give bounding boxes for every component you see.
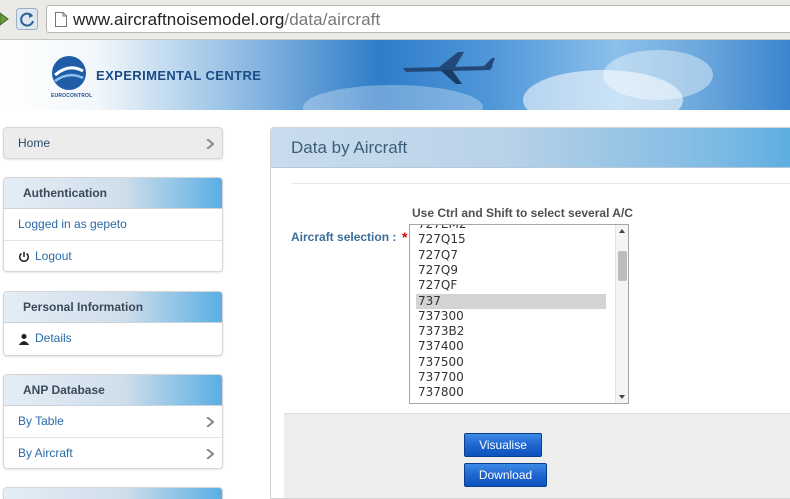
logged-in-text: Logged in as gepeto xyxy=(18,217,127,231)
listbox-scrollbar[interactable] xyxy=(615,225,628,403)
aircraft-option[interactable]: 737 xyxy=(416,293,606,309)
reload-icon[interactable] xyxy=(16,8,38,30)
download-button[interactable]: Download xyxy=(464,463,547,487)
authentication-panel: Authentication Logged in as gepeto Logou… xyxy=(3,177,223,272)
page: { "browser": { "url_host": "www.aircraft… xyxy=(0,0,790,499)
logged-in-link[interactable]: Logged in as gepeto xyxy=(4,209,222,240)
address-bar[interactable]: www.aircraftnoisemodel.org/data/aircraft xyxy=(46,5,790,33)
main-content: Data by Aircraft Use Ctrl and Shift to s… xyxy=(270,127,790,499)
aircraft-option[interactable]: 727Q7 xyxy=(416,248,606,263)
url-text: www.aircraftnoisemodel.org/data/aircraft xyxy=(73,10,380,30)
form-actions: Visualise Download xyxy=(284,413,790,498)
airplane-icon xyxy=(403,52,495,84)
aircraft-option[interactable]: 727Q9 xyxy=(416,263,606,278)
sidebar-item-by-aircraft[interactable]: By Aircraft xyxy=(4,437,222,468)
brand-title: EXPERIMENTAL CENTRE xyxy=(96,68,262,83)
sidebar-item-logout[interactable]: Logout xyxy=(4,240,222,271)
chevron-right-icon xyxy=(206,417,214,427)
aircraft-option[interactable]: 737400 xyxy=(416,339,606,354)
home-panel: Home xyxy=(3,127,223,159)
cloud-decoration xyxy=(303,85,483,110)
sidebar-item-details[interactable]: Details xyxy=(4,323,222,354)
sidebar-item-label: Logout xyxy=(35,249,72,263)
aircraft-option[interactable]: 737800 xyxy=(416,385,606,400)
power-icon xyxy=(18,251,30,262)
eurocontrol-logo-icon xyxy=(52,56,86,90)
scroll-thumb[interactable] xyxy=(618,251,627,281)
logo-text: EUROCONTROL xyxy=(51,93,93,99)
aircraft-option[interactable]: 737700 xyxy=(416,370,606,385)
url-host: www.aircraftnoisemodel.org xyxy=(73,10,285,29)
panel-title: ANP Database xyxy=(4,375,222,406)
visualise-button[interactable]: Visualise xyxy=(464,433,542,457)
aircraft-option[interactable]: 7373B2 xyxy=(416,324,606,339)
selection-hint: Use Ctrl and Shift to select several A/C xyxy=(412,206,633,220)
url-path: /data/aircraft xyxy=(284,10,381,29)
aircraft-option[interactable]: 727Q15 xyxy=(416,232,606,247)
aircraft-listbox[interactable]: 737800 737700 737500 737400 7373B2 737300 737 7… xyxy=(409,224,629,404)
aircraft-form: Use Ctrl and Shift to select several A/C… xyxy=(291,183,790,413)
chevron-right-icon xyxy=(206,139,214,149)
sidebar-item-label: Details xyxy=(35,331,72,345)
page-title: Data by Aircraft xyxy=(271,128,790,168)
user-icon xyxy=(18,333,30,345)
aircraft-option[interactable]: 727QF xyxy=(416,278,606,293)
aircraft-selection-label: Aircraft selection : xyxy=(291,230,397,244)
forward-arrow-icon[interactable] xyxy=(0,11,10,27)
site-banner: EUROCONTROL EXPERIMENTAL CENTRE xyxy=(3,40,790,110)
anp-database-panel: ANP Database By Table By Aircraft xyxy=(3,374,223,469)
panel-title: Authentication xyxy=(4,178,222,209)
sidebar-item-by-table[interactable]: By Table xyxy=(4,406,222,437)
sidebar-item-label: By Table xyxy=(18,414,64,428)
sidebar-item-label: Home xyxy=(18,136,51,150)
next-panel xyxy=(3,487,223,499)
scroll-up-icon[interactable] xyxy=(619,229,625,233)
browser-toolbar: www.aircraftnoisemodel.org/data/aircraft xyxy=(0,0,790,40)
page-icon xyxy=(55,12,67,27)
aircraft-option[interactable]: 727EM2 xyxy=(416,225,606,232)
sidebar-item-label: By Aircraft xyxy=(18,446,73,460)
panel-title xyxy=(4,488,222,499)
chevron-right-icon xyxy=(206,449,214,459)
aircraft-option[interactable]: 737300 xyxy=(416,309,606,324)
sidebar-item-home[interactable]: Home xyxy=(4,128,222,158)
aircraft-option[interactable]: 737500 xyxy=(416,355,606,370)
required-marker: * xyxy=(402,229,408,245)
panel-title: Personal Information xyxy=(4,292,222,323)
cloud-decoration xyxy=(603,50,713,100)
scroll-down-icon[interactable] xyxy=(619,395,625,399)
personal-information-panel: Personal Information Details xyxy=(3,291,223,356)
